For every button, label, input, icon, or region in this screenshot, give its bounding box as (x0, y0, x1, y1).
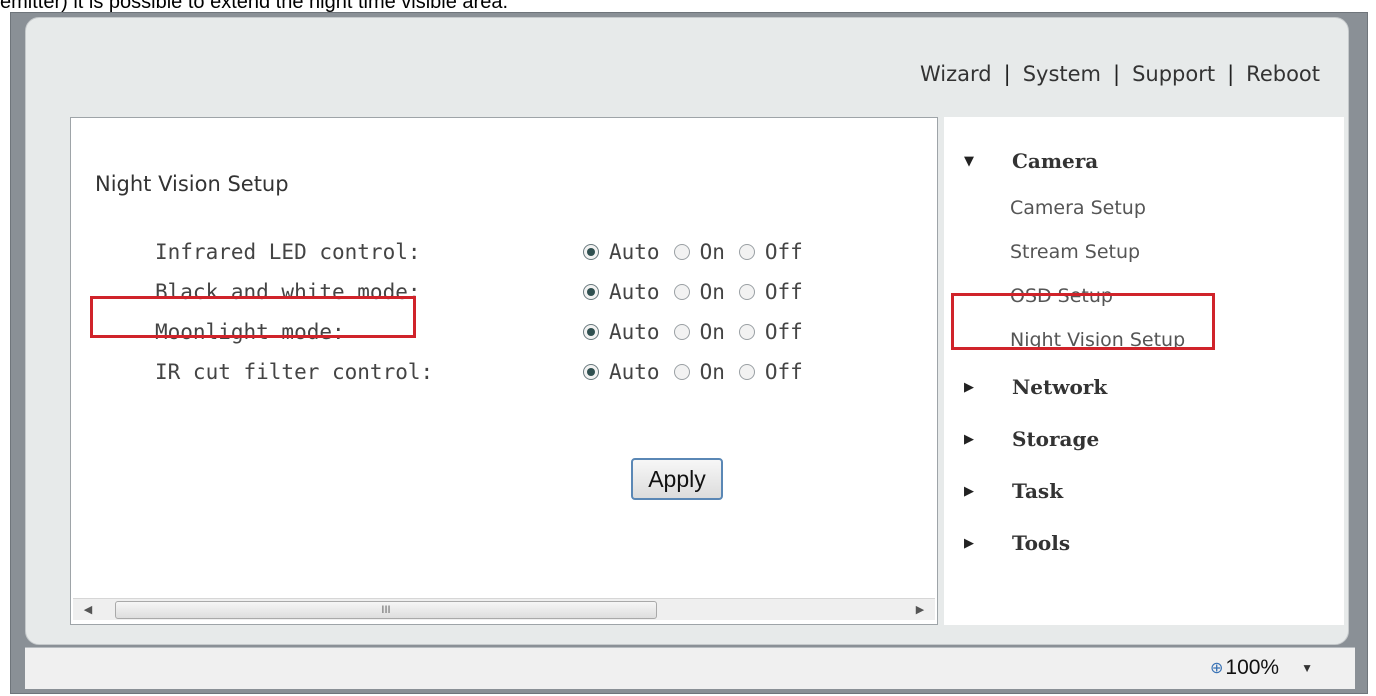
sidebar-group-task[interactable]: ▶ Task (964, 479, 1063, 503)
radio-unselected-icon[interactable] (673, 244, 690, 260)
browser-window: Wizard | System | Support | Reboot Night… (10, 12, 1368, 694)
sidebar-menu: ▼ Camera Camera Setup Stream Setup OSD S… (944, 117, 1344, 625)
setting-row-infrared-led: Infrared LED control: Auto On Off (155, 240, 915, 280)
sidebar-item-night-vision-setup[interactable]: Night Vision Setup (1010, 329, 1185, 351)
apply-button[interactable]: Apply (631, 458, 723, 500)
scrollbar-thumb[interactable]: III (115, 601, 657, 619)
radio-on[interactable]: On (673, 360, 725, 384)
radio-off[interactable]: Off (738, 360, 803, 384)
radio-on[interactable]: On (673, 320, 725, 344)
radio-on[interactable]: On (673, 240, 725, 264)
triangle-right-icon: ▶ (964, 431, 974, 447)
sidebar-item-osd-setup[interactable]: OSD Setup (1010, 285, 1113, 307)
scroll-left-icon[interactable]: ◀ (77, 599, 99, 621)
radio-off[interactable]: Off (738, 240, 803, 264)
sidebar-group-tools[interactable]: ▶ Tools (964, 531, 1070, 555)
radio-selected-icon[interactable] (583, 364, 599, 380)
radio-group-ir-cut-filter: Auto On Off (583, 360, 817, 384)
nav-wizard-link[interactable]: Wizard (920, 62, 992, 86)
page-title: Night Vision Setup (95, 172, 289, 196)
radio-auto[interactable]: Auto (583, 360, 660, 384)
radio-group-moonlight: Auto On Off (583, 320, 817, 344)
radio-auto[interactable]: Auto (583, 320, 660, 344)
radio-unselected-icon[interactable] (738, 324, 755, 340)
night-vision-panel: Night Vision Setup Infrared LED control:… (70, 117, 938, 625)
nav-separator: | (1227, 62, 1235, 86)
radio-unselected-icon[interactable] (738, 284, 755, 300)
setting-label: IR cut filter control: (155, 360, 434, 384)
setting-label: Moonlight mode: (155, 320, 345, 344)
radio-on[interactable]: On (673, 280, 725, 304)
radio-selected-icon[interactable] (583, 284, 599, 300)
radio-unselected-icon[interactable] (738, 244, 755, 260)
setting-label: Infrared LED control: (155, 240, 421, 264)
radio-unselected-icon[interactable] (673, 284, 690, 300)
sidebar-group-camera[interactable]: ▼ Camera (964, 149, 1098, 173)
sidebar-group-label: Task (1012, 479, 1064, 503)
radio-off[interactable]: Off (738, 280, 803, 304)
zoom-control[interactable]: ⊕ 100% ▼ (1210, 656, 1313, 680)
radio-group-black-white: Auto On Off (583, 280, 817, 304)
triangle-right-icon: ▶ (964, 535, 974, 551)
radio-unselected-icon[interactable] (738, 364, 755, 380)
sidebar-item-stream-setup[interactable]: Stream Setup (1010, 241, 1140, 263)
top-navigation: Wizard | System | Support | Reboot (920, 62, 1320, 86)
scroll-right-icon[interactable]: ▶ (909, 599, 931, 621)
sidebar-item-camera-setup[interactable]: Camera Setup (1010, 197, 1146, 219)
radio-unselected-icon[interactable] (673, 364, 690, 380)
setting-row-moonlight: Moonlight mode: Auto On Off (155, 320, 915, 360)
sidebar-group-label: Tools (1012, 531, 1071, 555)
horizontal-scrollbar[interactable]: ◀ III ▶ (73, 598, 935, 620)
triangle-down-icon: ▼ (964, 153, 974, 169)
radio-group-infrared-led: Auto On Off (583, 240, 817, 264)
radio-auto[interactable]: Auto (583, 240, 660, 264)
nav-support-link[interactable]: Support (1132, 62, 1215, 86)
zoom-level: 100% (1225, 656, 1280, 679)
nav-reboot-link[interactable]: Reboot (1246, 62, 1320, 86)
sidebar-group-label: Camera (1012, 149, 1099, 173)
page-frame: Wizard | System | Support | Reboot Night… (25, 17, 1349, 645)
nav-separator: | (1113, 62, 1121, 86)
sidebar-group-label: Storage (1012, 427, 1100, 451)
sidebar-group-storage[interactable]: ▶ Storage (964, 427, 1099, 451)
radio-auto[interactable]: Auto (583, 280, 660, 304)
sidebar-group-network[interactable]: ▶ Network (964, 375, 1107, 399)
status-bar: ⊕ 100% ▼ (25, 647, 1355, 689)
nav-separator: | (1003, 62, 1011, 86)
setting-label: Black and white mode: (155, 280, 421, 304)
sidebar-group-label: Network (1012, 375, 1108, 399)
setting-row-ir-cut-filter: IR cut filter control: Auto On Off (155, 360, 915, 400)
triangle-right-icon: ▶ (964, 379, 974, 395)
magnifier-plus-icon: ⊕ (1209, 660, 1224, 677)
radio-selected-icon[interactable] (583, 324, 599, 340)
nav-system-link[interactable]: System (1023, 62, 1101, 86)
chevron-down-icon[interactable]: ▼ (1301, 661, 1313, 675)
triangle-right-icon: ▶ (964, 483, 974, 499)
radio-selected-icon[interactable] (583, 244, 599, 260)
radio-off[interactable]: Off (738, 320, 803, 344)
radio-unselected-icon[interactable] (673, 324, 690, 340)
setting-row-black-white: Black and white mode: Auto On Off (155, 280, 915, 320)
